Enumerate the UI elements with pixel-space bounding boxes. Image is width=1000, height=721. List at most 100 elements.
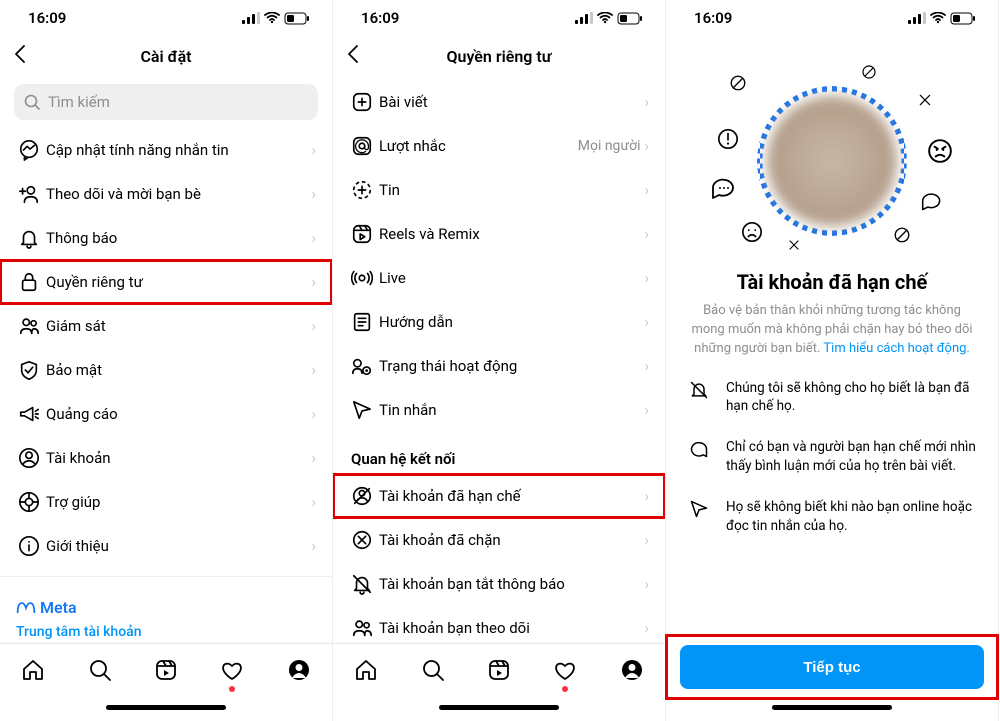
tab-reels[interactable] bbox=[487, 658, 511, 686]
chevron-right-icon: › bbox=[311, 405, 316, 423]
tab-home[interactable] bbox=[354, 658, 378, 686]
status-bar: 16:09 bbox=[333, 0, 665, 36]
screen-settings: 16:09 Cài đặt Tìm kiếm Cập nhật tính năn… bbox=[0, 0, 333, 721]
tab-activity[interactable] bbox=[553, 658, 577, 686]
chevron-right-icon: › bbox=[311, 449, 316, 467]
status-bar: 16:09 bbox=[0, 0, 332, 36]
tab-search[interactable] bbox=[88, 658, 112, 686]
row-notifications[interactable]: Thông báo › bbox=[0, 216, 332, 260]
row-help[interactable]: Trợ giúp › bbox=[0, 480, 332, 524]
blocked-icon bbox=[351, 529, 373, 551]
row-restricted-accounts[interactable]: Tài khoản đã hạn chế › bbox=[333, 474, 665, 518]
chevron-right-icon: › bbox=[311, 273, 316, 291]
comment-icon bbox=[921, 192, 943, 212]
story-icon bbox=[351, 179, 373, 201]
send-icon bbox=[689, 499, 709, 519]
row-guides[interactable]: Hướng dẫn › bbox=[333, 300, 665, 344]
reels-icon bbox=[351, 223, 373, 245]
home-icon bbox=[354, 658, 378, 682]
restrict-icon bbox=[351, 485, 373, 507]
page-title: Quyền riêng tư bbox=[447, 47, 552, 66]
tab-profile[interactable] bbox=[620, 658, 644, 686]
row-messaging-update[interactable]: Cập nhật tính năng nhắn tin › bbox=[0, 128, 332, 172]
row-blocked-accounts[interactable]: Tài khoản đã chặn › bbox=[333, 518, 665, 562]
comment-icon bbox=[689, 439, 709, 459]
chevron-right-icon: › bbox=[644, 137, 649, 155]
back-button[interactable] bbox=[343, 40, 363, 72]
tab-bar bbox=[0, 643, 332, 699]
row-live[interactable]: Live › bbox=[333, 256, 665, 300]
plus-square-icon bbox=[351, 91, 373, 113]
screen-privacy: 16:09 Quyền riêng tư Bài viết › Lượt nhắ… bbox=[333, 0, 666, 721]
chevron-right-icon: › bbox=[311, 317, 316, 335]
continue-button[interactable]: Tiếp tục bbox=[680, 645, 984, 689]
tab-profile[interactable] bbox=[287, 658, 311, 686]
row-security[interactable]: Bảo mật › bbox=[0, 348, 332, 392]
reels-icon bbox=[154, 658, 178, 682]
row-ads[interactable]: Quảng cáo › bbox=[0, 392, 332, 436]
home-indicator bbox=[0, 699, 332, 721]
sad-icon bbox=[741, 221, 763, 243]
learn-more-link[interactable]: Tìm hiểu cách hoạt động bbox=[823, 341, 966, 356]
restrict-description: Bảo vệ bản thân khỏi những tương tác khô… bbox=[666, 302, 998, 359]
heart-icon bbox=[220, 658, 244, 682]
row-activity-status[interactable]: Trạng thái hoạt động › bbox=[333, 344, 665, 388]
tab-activity[interactable] bbox=[220, 658, 244, 686]
row-privacy[interactable]: Quyền riêng tư › bbox=[0, 260, 332, 304]
messenger-icon bbox=[18, 139, 40, 161]
search-input[interactable]: Tìm kiếm bbox=[14, 84, 318, 120]
accounts-center-link[interactable]: Trung tâm tài khoản bbox=[16, 623, 316, 643]
chevron-right-icon: › bbox=[311, 185, 316, 203]
row-account[interactable]: Tài khoản › bbox=[0, 436, 332, 480]
back-button[interactable] bbox=[10, 40, 30, 72]
chevron-right-icon: › bbox=[644, 619, 649, 637]
status-time: 16:09 bbox=[28, 9, 66, 27]
help-icon bbox=[18, 491, 40, 513]
benefit-item: Chỉ có bạn và người bạn hạn chế mới nhìn… bbox=[688, 438, 976, 476]
settings-list: Cập nhật tính năng nhắn tin › Theo dõi v… bbox=[0, 128, 332, 643]
row-supervision[interactable]: Giám sát › bbox=[0, 304, 332, 348]
live-icon bbox=[351, 267, 373, 289]
megaphone-icon bbox=[18, 403, 40, 425]
benefit-item: Họ sẽ không biết khi nào bạn online hoặc… bbox=[688, 498, 976, 536]
nav-header: Cài đặt bbox=[0, 36, 332, 76]
angry-icon bbox=[927, 138, 953, 164]
shield-icon bbox=[18, 359, 40, 381]
row-muted-accounts[interactable]: Tài khoản bạn tắt thông báo › bbox=[333, 562, 665, 606]
meta-block: Meta Trung tâm tài khoản Kiểm soát chế đ… bbox=[0, 585, 332, 643]
row-about[interactable]: Giới thiệu › bbox=[0, 524, 332, 568]
reels-icon bbox=[487, 658, 511, 682]
close-icon bbox=[917, 92, 933, 108]
chevron-right-icon: › bbox=[644, 313, 649, 331]
row-messages[interactable]: Tin nhắn › bbox=[333, 388, 665, 432]
tab-search[interactable] bbox=[421, 658, 445, 686]
comment-icon bbox=[711, 178, 737, 200]
row-story[interactable]: Tin › bbox=[333, 168, 665, 212]
block-icon bbox=[861, 64, 877, 80]
chevron-right-icon: › bbox=[644, 181, 649, 199]
search-icon bbox=[24, 94, 40, 110]
chevron-left-icon bbox=[14, 44, 26, 64]
block-icon bbox=[893, 226, 911, 244]
row-reels-remix[interactable]: Reels và Remix › bbox=[333, 212, 665, 256]
people-icon bbox=[351, 617, 373, 639]
row-detail: Mọi người bbox=[578, 138, 641, 154]
benefit-list: Chúng tôi sẽ không cho họ biết là bạn đã… bbox=[666, 359, 998, 578]
tab-home[interactable] bbox=[21, 658, 45, 686]
row-following-accounts[interactable]: Tài khoản bạn theo dõi › bbox=[333, 606, 665, 643]
nav-header: Quyền riêng tư bbox=[333, 36, 665, 76]
chevron-right-icon: › bbox=[644, 401, 649, 419]
chevron-right-icon: › bbox=[311, 361, 316, 379]
row-follow-invite[interactable]: Theo dõi và mời bạn bè › bbox=[0, 172, 332, 216]
guide-icon bbox=[351, 311, 373, 333]
row-posts[interactable]: Bài viết › bbox=[333, 80, 665, 124]
screen-restrict-intro: 16:09 Tài khoản đã hạn chế Bảo vệ bản th… bbox=[666, 0, 999, 721]
tab-reels[interactable] bbox=[154, 658, 178, 686]
section-connections: Quan hệ kết nối bbox=[333, 432, 665, 474]
profile-icon bbox=[620, 658, 644, 682]
chevron-right-icon: › bbox=[311, 493, 316, 511]
info-icon bbox=[18, 535, 40, 557]
status-time: 16:09 bbox=[694, 9, 732, 27]
home-indicator bbox=[666, 699, 998, 721]
row-mentions[interactable]: Lượt nhắc Mọi người › bbox=[333, 124, 665, 168]
